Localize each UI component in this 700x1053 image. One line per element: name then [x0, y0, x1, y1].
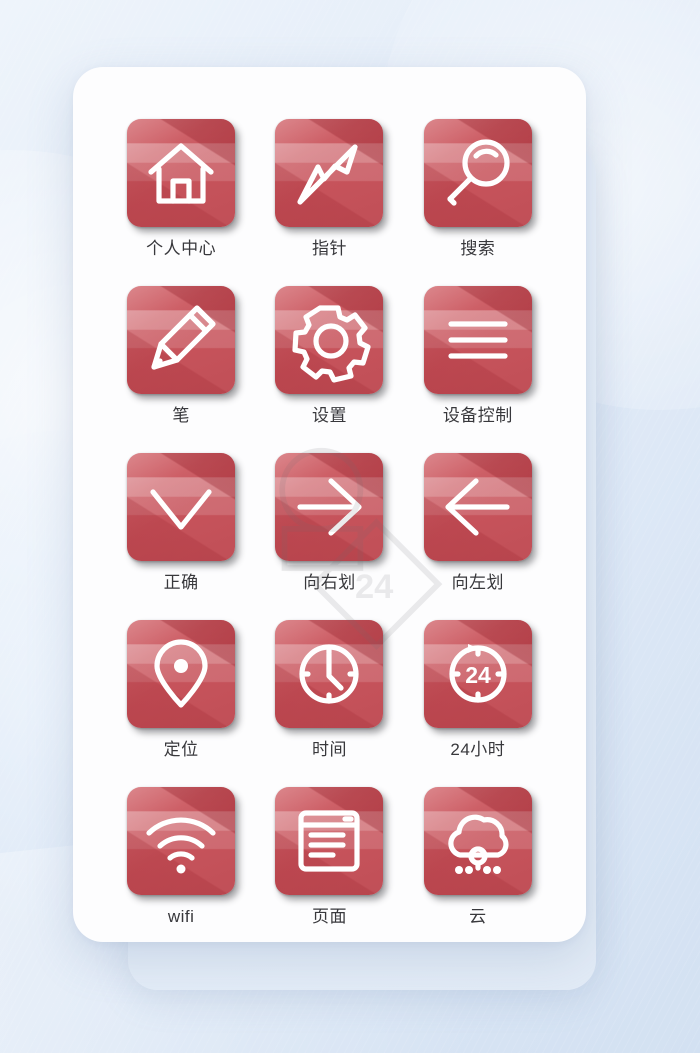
icon-label: 云	[469, 907, 487, 926]
icon-tile[interactable]	[423, 119, 532, 227]
icon-label: 指针	[311, 239, 347, 258]
cloud-icon	[424, 787, 532, 895]
icon-tile[interactable]	[127, 453, 236, 561]
icon-label: 设置	[311, 406, 347, 425]
home-icon	[127, 119, 235, 227]
icon-grid: 个人中心 指针 搜索 笔 设置 设备控制 正确 向右划 向左划 定位 时间 24…	[73, 67, 586, 942]
icon-label: 页面	[311, 907, 347, 926]
icon-tile[interactable]	[423, 286, 532, 394]
icon-tile[interactable]	[275, 787, 384, 895]
icon-label: 向左划	[451, 573, 505, 592]
icon-cell-settings[interactable]: 设置	[255, 286, 403, 453]
wifi-icon	[127, 787, 235, 895]
icon-cell-search[interactable]: 搜索	[404, 119, 552, 286]
page-window-icon	[275, 787, 383, 895]
icon-label: 设备控制	[442, 406, 513, 425]
icon-cell-wifi[interactable]: wifi	[107, 787, 255, 954]
icon-tile[interactable]	[275, 286, 384, 394]
icon-label: 笔	[172, 406, 190, 425]
icon-tile[interactable]	[127, 787, 236, 895]
arrow-right-icon	[275, 453, 383, 561]
icon-tile[interactable]: 24	[423, 620, 532, 728]
menu-lines-icon	[424, 286, 532, 394]
arrow-left-icon	[424, 453, 532, 561]
icon-tile[interactable]	[127, 286, 236, 394]
icon-cell-correct[interactable]: 正确	[107, 453, 255, 620]
icon-tile[interactable]	[423, 787, 532, 895]
icon-label: wifi	[167, 907, 195, 926]
cursor-arrow-icon	[275, 119, 383, 227]
icon-cell-swipe-left[interactable]: 向左划	[404, 453, 552, 620]
icon-tile[interactable]	[275, 453, 384, 561]
icon-tile[interactable]	[423, 453, 532, 561]
screenshot-canvas: 个人中心 指针 搜索 笔 设置 设备控制 正确 向右划 向左划 定位 时间 24…	[0, 0, 700, 1053]
icon-cell-location[interactable]: 定位	[107, 620, 255, 787]
icon-tile[interactable]	[127, 119, 236, 227]
gear-icon	[275, 286, 383, 394]
icon-label: 个人中心	[146, 239, 217, 258]
svg-text:24: 24	[465, 662, 491, 688]
icon-label: 正确	[163, 573, 199, 592]
icon-cell-24hour[interactable]: 24 24小时	[404, 620, 552, 787]
icon-tile[interactable]	[275, 620, 384, 728]
icon-tile[interactable]	[127, 620, 236, 728]
icon-cell-swipe-right[interactable]: 向右划	[255, 453, 403, 620]
icon-label: 时间	[311, 740, 347, 759]
twenty-four-hour-icon: 24	[424, 620, 532, 728]
icon-cell-home[interactable]: 个人中心	[107, 119, 255, 286]
check-icon	[127, 453, 235, 561]
icon-label: 搜索	[460, 239, 496, 258]
icon-cell-time[interactable]: 时间	[255, 620, 403, 787]
icon-cell-page[interactable]: 页面	[255, 787, 403, 954]
pencil-icon	[127, 286, 235, 394]
icon-cell-pencil[interactable]: 笔	[107, 286, 255, 453]
icon-cell-cursor[interactable]: 指针	[255, 119, 403, 286]
search-icon	[424, 119, 532, 227]
clock-icon	[275, 620, 383, 728]
icon-label: 向右划	[303, 573, 356, 592]
location-pin-icon	[127, 620, 235, 728]
icon-cell-cloud[interactable]: 云	[404, 787, 552, 954]
icon-label: 定位	[163, 740, 199, 759]
icon-tile[interactable]	[275, 119, 384, 227]
icon-label: 24小时	[450, 740, 506, 759]
icon-cell-device-control[interactable]: 设备控制	[404, 286, 552, 453]
